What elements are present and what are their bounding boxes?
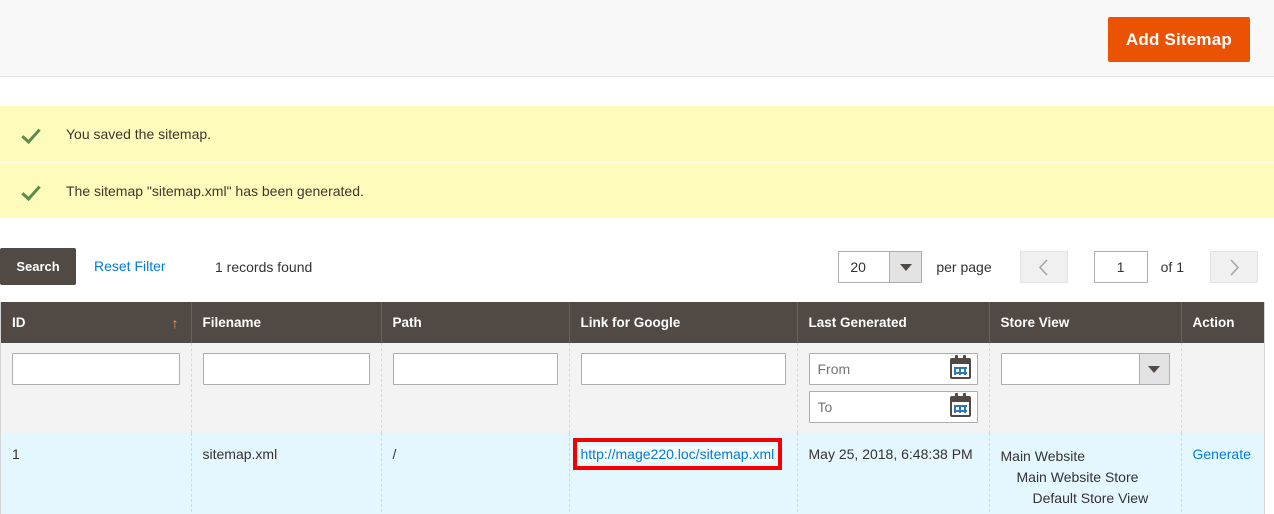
filter-input-link-for-google[interactable] [581, 353, 786, 385]
cell-action: Generate [1181, 433, 1264, 514]
calendar-icon[interactable] [950, 396, 971, 417]
records-found-label: 1 records found [215, 259, 312, 275]
message-text: The sitemap "sitemap.xml" has been gener… [66, 183, 364, 199]
column-header-link-for-google[interactable]: Link for Google [569, 302, 797, 343]
sitemap-url-link[interactable]: http://mage220.loc/sitemap.xml [581, 446, 775, 462]
filter-cell-action [1181, 343, 1264, 433]
messages-container: You saved the sitemap. The sitemap "site… [0, 106, 1274, 218]
check-icon [22, 178, 48, 204]
filter-input-path[interactable] [393, 353, 558, 385]
column-header-filename[interactable]: Filename [191, 302, 381, 343]
column-header-id[interactable]: ID ↑ [1, 302, 191, 343]
filter-cell-last-generated [797, 343, 989, 433]
message-text: You saved the sitemap. [66, 126, 211, 142]
success-message: You saved the sitemap. [0, 106, 1274, 162]
filter-cell-id [1, 343, 191, 433]
column-header-path[interactable]: Path [381, 302, 569, 343]
filter-input-id[interactable] [12, 353, 180, 385]
filter-cell-filename [191, 343, 381, 433]
add-sitemap-button[interactable]: Add Sitemap [1108, 17, 1250, 62]
column-label: ID [12, 315, 26, 330]
current-page-input[interactable] [1094, 251, 1148, 283]
column-label: Last Generated [809, 315, 907, 330]
grid-header-row: ID ↑ Filename Path Link for Google Last … [1, 302, 1264, 343]
cell-id: 1 [1, 433, 191, 514]
chevron-left-icon [1038, 259, 1049, 276]
total-pages-label: of 1 [1161, 259, 1184, 275]
cell-path: / [381, 433, 569, 514]
filter-date-from [809, 353, 978, 385]
column-label: Store View [1001, 315, 1070, 330]
column-label: Path [393, 315, 422, 330]
grid-toolbar: Search Reset Filter 1 records found 20 p… [0, 248, 1274, 286]
filter-cell-path [381, 343, 569, 433]
store-view-website: Main Website [1001, 446, 1170, 467]
sitemap-grid-page: Add Sitemap You saved the sitemap. The s… [0, 0, 1274, 514]
chevron-right-icon [1229, 259, 1240, 276]
chevron-down-icon [1139, 354, 1169, 384]
generate-link[interactable]: Generate [1193, 446, 1251, 462]
cell-link-for-google: http://mage220.loc/sitemap.xml [569, 433, 797, 514]
grid-filter-row [1, 343, 1264, 433]
calendar-icon[interactable] [950, 358, 971, 379]
cell-filename: sitemap.xml [191, 433, 381, 514]
column-label: Link for Google [581, 315, 681, 330]
column-header-action[interactable]: Action [1181, 302, 1264, 343]
table-row[interactable]: 1 sitemap.xml / http://mage220.loc/sitem… [1, 433, 1264, 514]
per-page-select[interactable]: 20 [838, 251, 922, 283]
column-label: Action [1193, 315, 1235, 330]
sort-ascending-icon: ↑ [172, 316, 179, 330]
filter-cell-store-view [989, 343, 1181, 433]
column-header-store-view[interactable]: Store View [989, 302, 1181, 343]
page-actions-bar: Add Sitemap [0, 0, 1274, 77]
link-annotation-box: http://mage220.loc/sitemap.xml [581, 446, 775, 462]
per-page-label: per page [936, 259, 991, 275]
column-header-last-generated[interactable]: Last Generated [797, 302, 989, 343]
pagination-controls: 20 per page of 1 [838, 248, 1258, 286]
filter-select-store-view[interactable] [1001, 353, 1170, 385]
check-icon [22, 121, 48, 147]
filter-date-to [809, 391, 978, 423]
sitemap-grid: ID ↑ Filename Path Link for Google Last … [0, 302, 1265, 514]
store-view-store: Main Website Store [1001, 467, 1170, 488]
filter-cell-link-for-google [569, 343, 797, 433]
success-message: The sitemap "sitemap.xml" has been gener… [0, 162, 1274, 218]
cell-last-generated: May 25, 2018, 6:48:38 PM [797, 433, 989, 514]
per-page-value: 20 [839, 259, 866, 275]
store-view-view: Default Store View [1001, 488, 1170, 509]
next-page-button[interactable] [1210, 251, 1258, 283]
search-button[interactable]: Search [0, 248, 76, 285]
reset-filter-link[interactable]: Reset Filter [94, 258, 166, 274]
column-label: Filename [203, 315, 262, 330]
filter-input-filename[interactable] [203, 353, 370, 385]
cell-store-view: Main Website Main Website Store Default … [989, 433, 1181, 514]
previous-page-button[interactable] [1020, 251, 1068, 283]
chevron-down-icon [889, 252, 921, 282]
